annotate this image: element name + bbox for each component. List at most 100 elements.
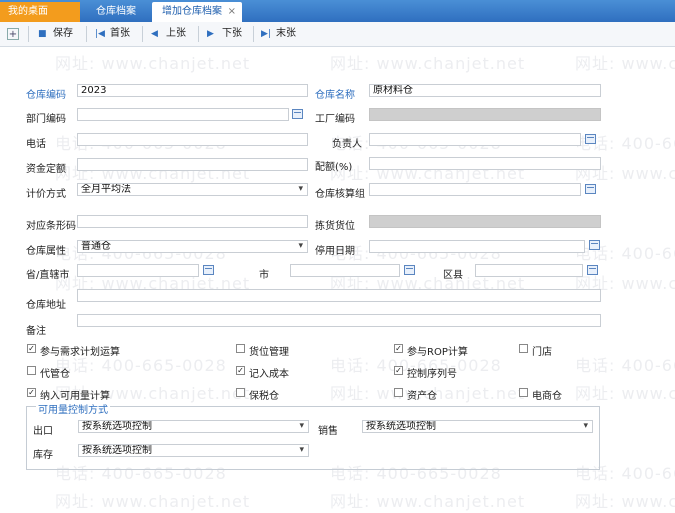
checkbox-label: 记入成本 bbox=[249, 369, 289, 380]
out-label: 出口 bbox=[33, 426, 53, 437]
availability-title: 可用量控制方式 bbox=[36, 401, 110, 416]
tab-label: 增加仓库档案 bbox=[162, 6, 222, 17]
code-input[interactable]: 2023 bbox=[77, 84, 308, 97]
checkbox-label: 代管仓 bbox=[40, 369, 70, 380]
checkbox-label: 参与需求计划运算 bbox=[40, 347, 120, 358]
address-input[interactable] bbox=[77, 289, 601, 302]
manager-label: 负责人 bbox=[332, 139, 362, 150]
factory-label: 工厂编码 bbox=[315, 114, 355, 125]
checkbox-label: 控制序列号 bbox=[407, 369, 457, 380]
watermark-site: 网址: www.chanjet.net bbox=[330, 492, 526, 511]
lookup-icon[interactable] bbox=[585, 134, 596, 144]
checkbox-serial[interactable]: ✓ bbox=[394, 366, 403, 375]
checkbox-location-mgmt[interactable] bbox=[236, 344, 245, 353]
barcode-input[interactable] bbox=[77, 215, 308, 228]
out-select[interactable]: 按系统选项控制 bbox=[78, 420, 309, 433]
remark-input[interactable] bbox=[77, 314, 601, 327]
county-input[interactable] bbox=[475, 264, 583, 277]
last-button[interactable]: ▶| 末张 bbox=[261, 27, 296, 41]
checkbox-consignment[interactable] bbox=[27, 366, 36, 375]
prev-button[interactable]: ◀ 上张 bbox=[151, 27, 186, 41]
factory-input bbox=[369, 108, 601, 121]
attr-select[interactable]: 普通仓 bbox=[77, 240, 308, 253]
toolbar-divider bbox=[253, 26, 254, 42]
province-input[interactable] bbox=[77, 264, 199, 277]
checkbox-label: 保税仓 bbox=[249, 391, 279, 402]
checkbox-label: 电商仓 bbox=[532, 391, 562, 402]
stock-select[interactable]: 按系统选项控制 bbox=[78, 444, 309, 457]
watermark-site: 网址: www.chanjet.net bbox=[575, 54, 675, 73]
stop-date-label: 停用日期 bbox=[315, 246, 355, 257]
barcode-label: 对应条形码 bbox=[26, 221, 76, 232]
picking-input bbox=[369, 215, 601, 228]
remark-label: 备注 bbox=[26, 326, 46, 337]
first-button[interactable]: |◀ 首张 bbox=[95, 27, 130, 41]
sale-select[interactable]: 按系统选项控制 bbox=[362, 420, 593, 433]
prev-icon: ◀ bbox=[151, 29, 158, 39]
checkbox-bonded[interactable] bbox=[236, 388, 245, 397]
checkbox-rop[interactable]: ✓ bbox=[394, 344, 403, 353]
tab-warehouse-archive[interactable]: 仓库档案 bbox=[80, 2, 152, 22]
checkbox-availability[interactable]: ✓ bbox=[27, 388, 36, 397]
watermark-site: 网址: www.chanjet.net bbox=[330, 54, 526, 73]
city-input[interactable] bbox=[290, 264, 400, 277]
calc-group-label: 仓库核算组 bbox=[315, 189, 365, 200]
calc-group-input[interactable] bbox=[369, 183, 581, 196]
pricing-select[interactable]: 全月平均法 bbox=[77, 183, 308, 196]
lookup-icon[interactable] bbox=[404, 265, 415, 275]
next-label: 下张 bbox=[222, 28, 242, 39]
next-icon: ▶ bbox=[207, 29, 214, 39]
toolbar-divider bbox=[28, 26, 29, 42]
manager-input[interactable] bbox=[369, 133, 581, 146]
watermark-site: 网址: www.chanjet.net bbox=[55, 492, 251, 511]
dept-label: 部门编码 bbox=[26, 114, 66, 125]
checkbox-label: 货位管理 bbox=[249, 347, 289, 358]
city-label: 市 bbox=[259, 270, 269, 281]
tab-my-desktop[interactable]: 我的桌面 bbox=[0, 2, 80, 22]
next-button[interactable]: ▶ 下张 bbox=[207, 27, 242, 41]
stop-date-input[interactable] bbox=[369, 240, 585, 253]
lookup-icon[interactable] bbox=[585, 184, 596, 194]
watermark-site: 网址: www.chanjet.net bbox=[55, 54, 251, 73]
phone-input[interactable] bbox=[77, 133, 308, 146]
sale-label: 销售 bbox=[318, 426, 338, 437]
ratio-input[interactable] bbox=[369, 157, 601, 170]
lookup-icon[interactable] bbox=[203, 265, 214, 275]
toolbar-divider bbox=[86, 26, 87, 42]
fund-input[interactable] bbox=[77, 158, 308, 171]
checkbox-label: 资产仓 bbox=[407, 391, 437, 402]
save-label: 保存 bbox=[53, 28, 73, 39]
lookup-icon[interactable] bbox=[587, 265, 598, 275]
save-icon: ■ bbox=[38, 29, 47, 39]
add-icon[interactable]: + bbox=[7, 28, 19, 40]
tab-bar: 我的桌面 仓库档案 增加仓库档案 × bbox=[0, 0, 675, 22]
stock-label: 库存 bbox=[33, 450, 53, 461]
checkbox-label: 参与ROP计算 bbox=[407, 347, 468, 358]
last-icon: ▶| bbox=[261, 29, 271, 39]
checkbox-store[interactable] bbox=[519, 344, 528, 353]
checkbox-asset[interactable] bbox=[394, 388, 403, 397]
attr-label: 仓库属性 bbox=[26, 246, 66, 257]
watermark-site: 网址: www.chanjet.net bbox=[575, 492, 675, 511]
watermark-phone: 电话: 400-665-0028 bbox=[575, 356, 675, 375]
lookup-icon[interactable] bbox=[292, 109, 303, 119]
phone-label: 电话 bbox=[26, 139, 46, 150]
pricing-label: 计价方式 bbox=[26, 189, 66, 200]
first-icon: |◀ bbox=[95, 29, 105, 39]
dept-input[interactable] bbox=[77, 108, 289, 121]
calendar-icon[interactable] bbox=[589, 240, 600, 250]
county-label: 区县 bbox=[443, 270, 463, 281]
name-input[interactable]: 原材料仓 bbox=[369, 84, 601, 97]
checkbox-demand-plan[interactable]: ✓ bbox=[27, 344, 36, 353]
province-label: 省/直辖市 bbox=[26, 270, 70, 281]
tab-add-warehouse-archive[interactable]: 增加仓库档案 × bbox=[152, 2, 242, 22]
address-label: 仓库地址 bbox=[26, 300, 66, 311]
save-button[interactable]: ■ 保存 bbox=[38, 27, 73, 41]
checkbox-cost[interactable]: ✓ bbox=[236, 366, 245, 375]
toolbar-divider bbox=[142, 26, 143, 42]
availability-group bbox=[26, 406, 600, 470]
close-icon[interactable]: × bbox=[228, 2, 236, 22]
ratio-label: 配额(%) bbox=[315, 162, 353, 173]
checkbox-label: 纳入可用量计算 bbox=[40, 391, 110, 402]
checkbox-ecommerce[interactable] bbox=[519, 388, 528, 397]
